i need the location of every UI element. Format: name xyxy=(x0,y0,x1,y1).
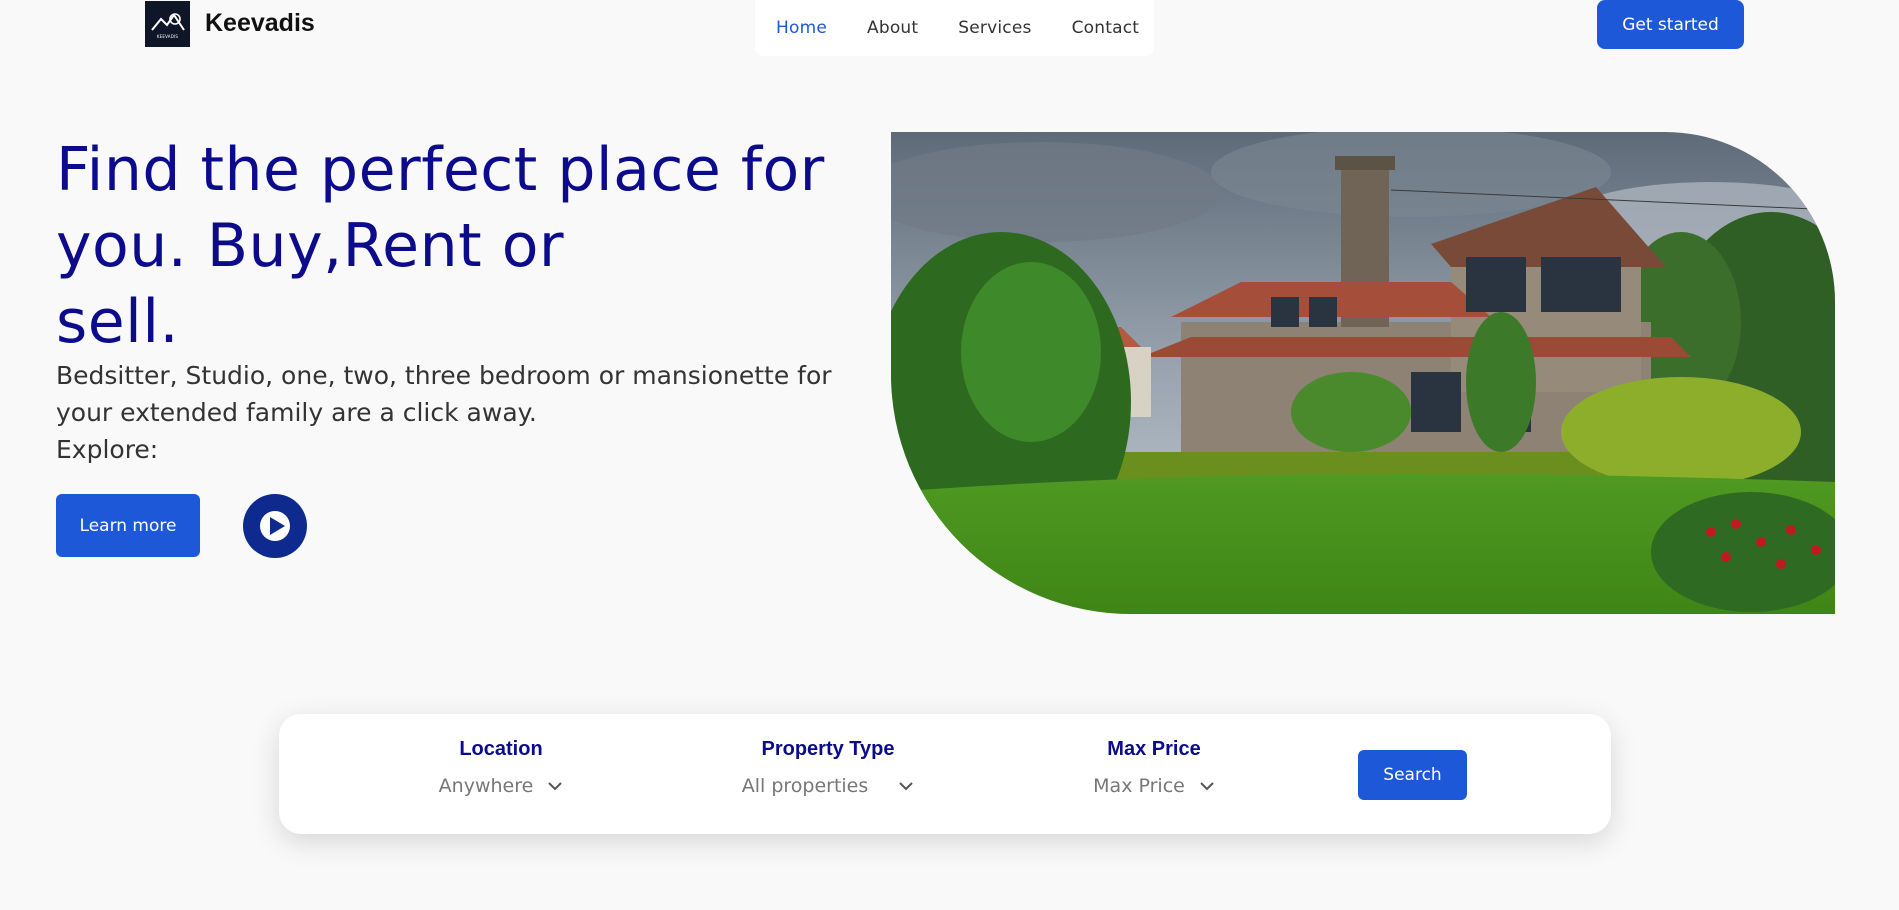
hero-subtitle-line: Bedsitter, Studio, one, two, three bedro… xyxy=(56,361,832,390)
get-started-button[interactable]: Get started xyxy=(1597,0,1744,49)
search-button[interactable]: Search xyxy=(1358,750,1467,800)
nav-contact[interactable]: Contact xyxy=(1072,18,1140,38)
play-video-button[interactable] xyxy=(243,494,307,558)
hero-subtitle: Bedsitter, Studio, one, two, three bedro… xyxy=(56,357,856,468)
chevron-down-icon xyxy=(548,782,563,791)
property-type-select[interactable]: All properties xyxy=(715,775,941,797)
logo[interactable]: KEEVADIS xyxy=(145,1,190,47)
property-type-value: All properties xyxy=(741,775,869,797)
nav-home[interactable]: Home xyxy=(776,18,827,38)
chevron-down-icon xyxy=(1200,782,1214,791)
chevron-down-icon xyxy=(899,782,913,791)
brand-name[interactable]: Keevadis xyxy=(205,9,315,38)
logo-text: KEEVADIS xyxy=(156,33,179,39)
hero-house-image xyxy=(891,132,1835,614)
property-type-field: Property Type All properties xyxy=(715,738,941,797)
hero-title-line: you. Buy,Rent or xyxy=(56,211,565,281)
nav-about[interactable]: About xyxy=(867,18,918,38)
hero-title-line: Find the perfect place for xyxy=(56,135,825,205)
max-price-field: Max Price Max Price xyxy=(1079,738,1229,797)
location-label: Location xyxy=(459,738,543,760)
hero-subtitle-line: Explore: xyxy=(56,435,159,464)
learn-more-button[interactable]: Learn more xyxy=(56,494,200,557)
max-price-select[interactable]: Max Price xyxy=(1079,775,1229,797)
location-value: Anywhere xyxy=(438,775,534,797)
house-illustration xyxy=(891,132,1835,614)
max-price-label: Max Price xyxy=(1107,738,1201,760)
property-search-bar: Location Anywhere Property Type All prop… xyxy=(279,714,1611,834)
hero-title-line: sell. xyxy=(56,287,180,357)
hero-subtitle-line: your extended family are a click away. xyxy=(56,398,537,427)
house-logo-icon xyxy=(150,12,185,31)
location-select[interactable]: Anywhere xyxy=(429,775,573,797)
max-price-value: Max Price xyxy=(1093,775,1185,797)
hero-title: Find the perfect place for you. Buy,Rent… xyxy=(56,132,876,360)
main-nav: Home About Services Contact xyxy=(755,0,1154,56)
location-field: Location Anywhere xyxy=(429,738,573,797)
property-type-label: Property Type xyxy=(761,738,895,760)
play-icon xyxy=(260,511,290,541)
nav-services[interactable]: Services xyxy=(958,18,1031,38)
